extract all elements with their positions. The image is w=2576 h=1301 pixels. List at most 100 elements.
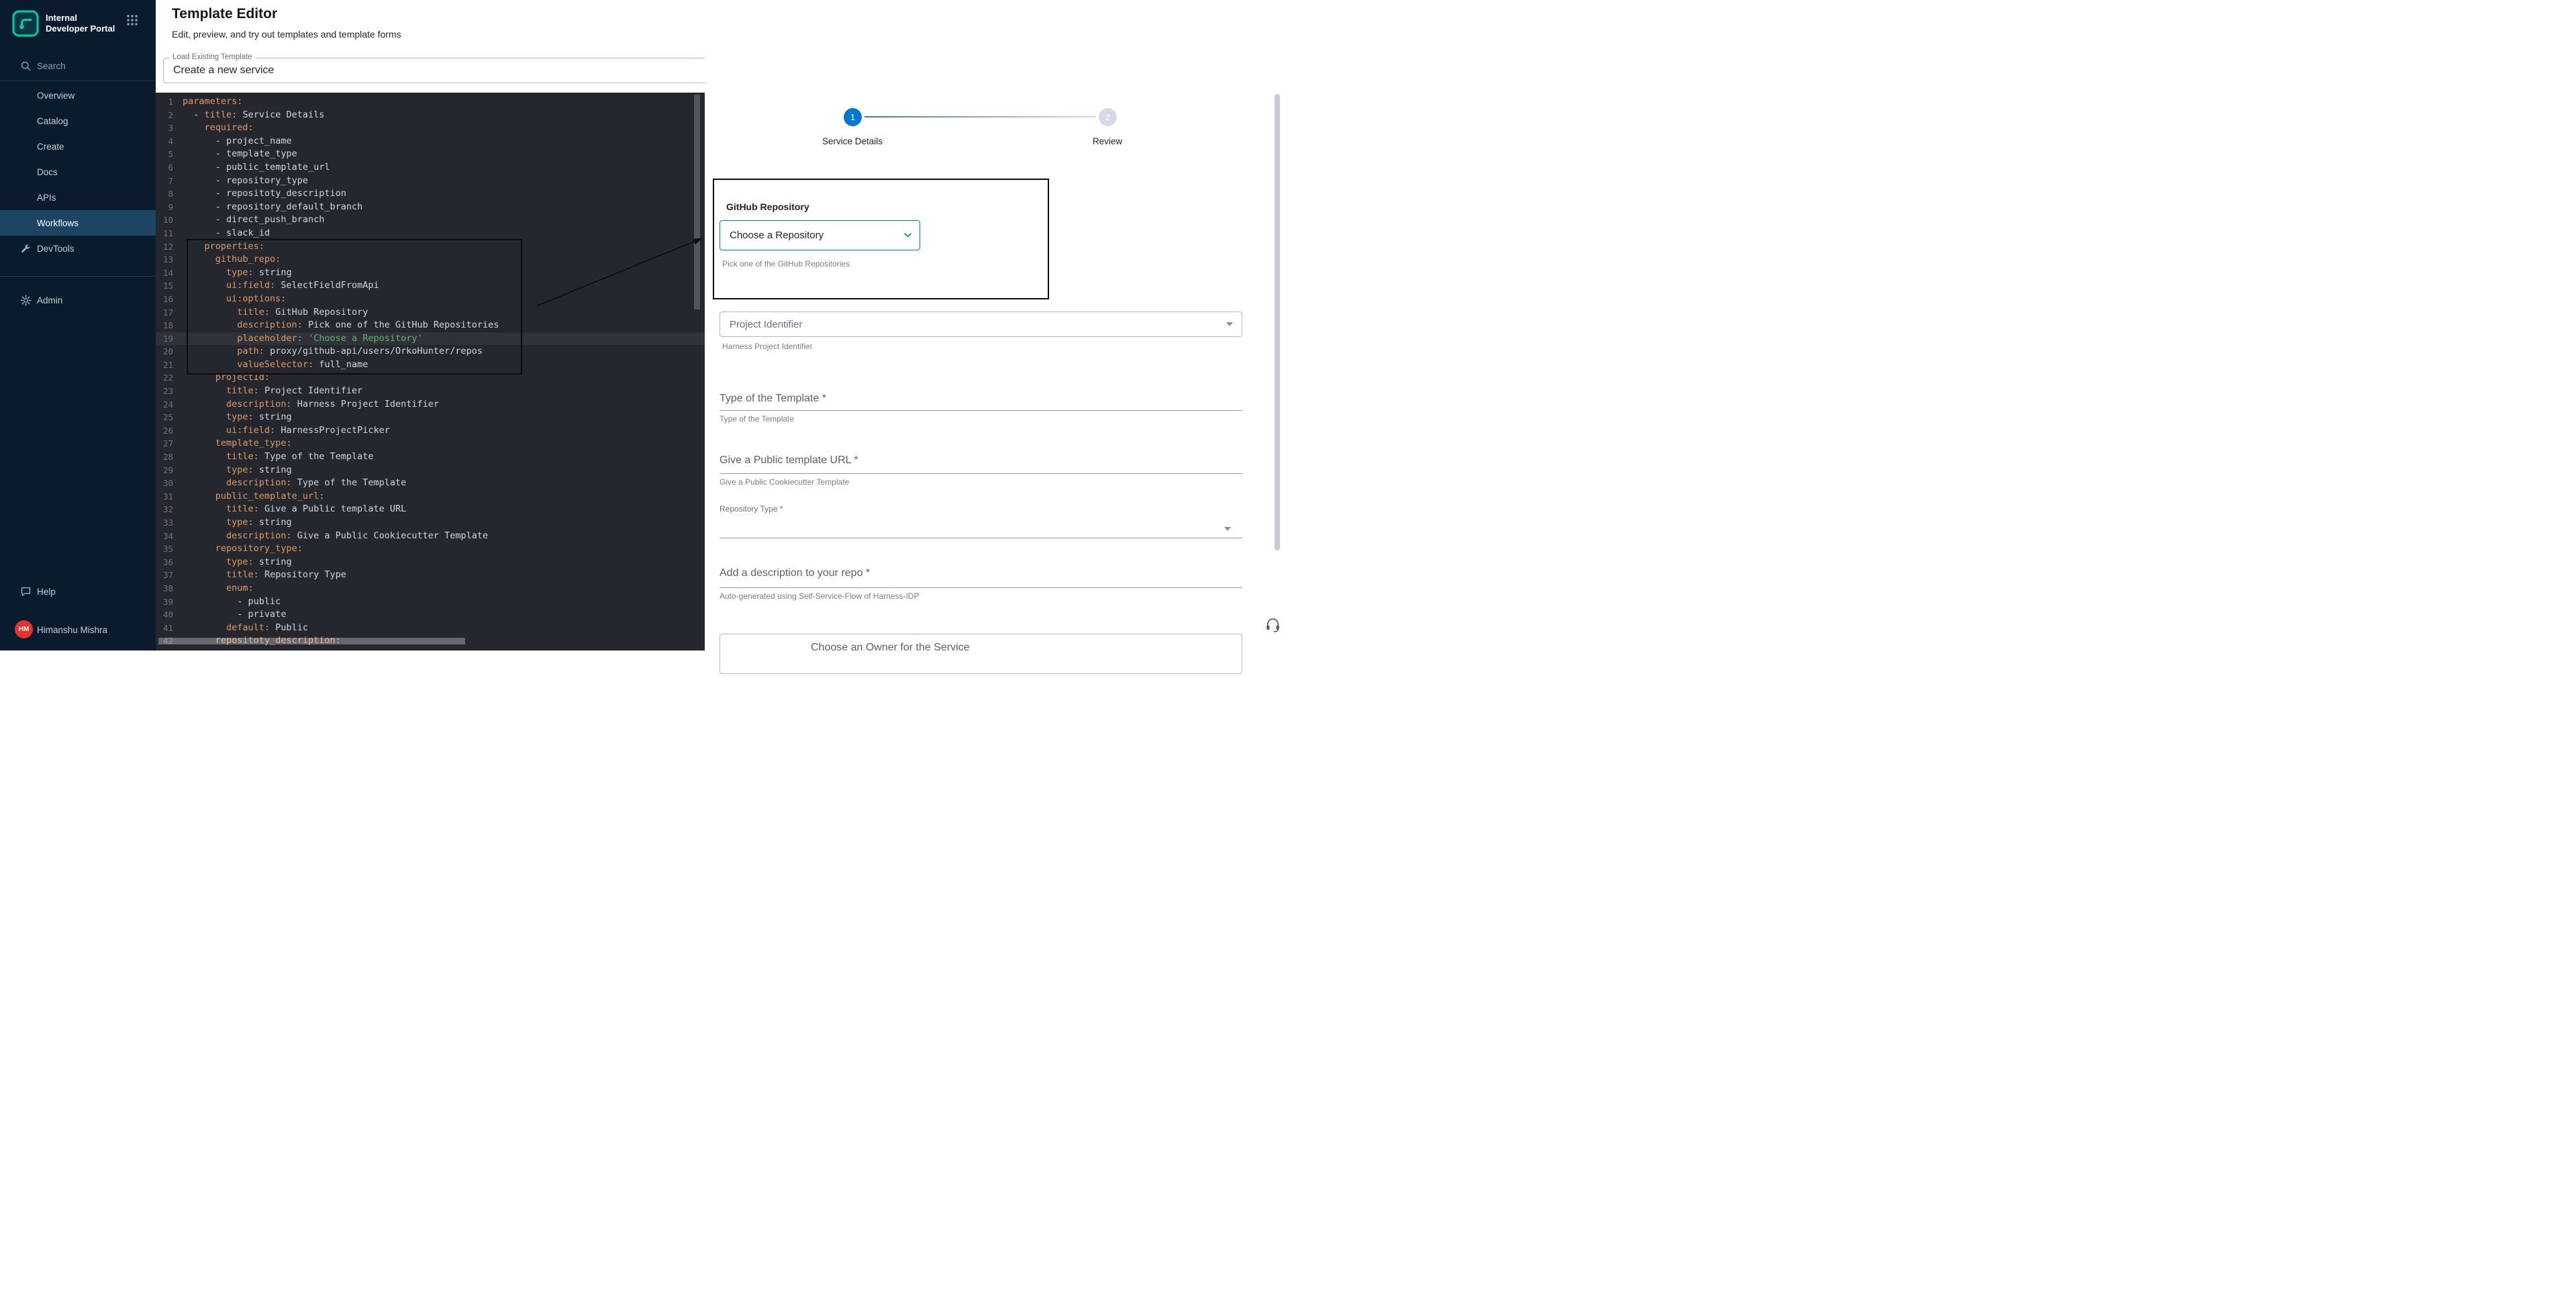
line-number: 3 [156,122,183,135]
owner-select[interactable]: Choose an Owner for the Service [720,634,1242,674]
app-logo[interactable]: Internal Developer Portal [12,10,121,37]
sidebar-divider [0,276,156,277]
editor-vertical-scrollbar[interactable] [694,95,700,309]
repo-description-helper: Auto-generated using Self-Service-Flow o… [720,591,919,601]
code-line-21[interactable]: 21 valueSelector: full_name [156,358,705,372]
code-line-41[interactable]: 41 default: Public [156,622,705,635]
sidebar-item-search[interactable]: Search [0,53,156,79]
line-number: 19 [156,332,183,346]
code-line-40[interactable]: 40 - private [156,608,705,622]
code-line-13[interactable]: 13 github_repo: [156,253,705,267]
avatar: HM [15,620,33,638]
editor-horizontal-scrollbar[interactable] [158,638,465,644]
sidebar-item-apis[interactable]: APIs [0,185,156,210]
public-template-url-helper: Give a Public Cookiecutter Template [720,477,849,487]
sidebar-item-admin[interactable]: Admin [0,287,156,313]
line-number: 24 [156,398,183,412]
repo-description-label: Add a description to your repo * [720,567,870,579]
apps-grid-icon[interactable] [126,14,138,26]
line-number: 4 [156,135,183,148]
code-line-23[interactable]: 23 title: Project Identifier [156,385,705,398]
github-repository-select[interactable]: Choose a Repository [720,220,920,250]
project-identifier-select[interactable]: Project Identifier [720,311,1242,337]
line-number: 23 [156,385,183,398]
line-number: 39 [156,595,183,609]
user-menu[interactable]: HM Himanshu Mishra [0,615,156,644]
line-number: 14 [156,267,183,280]
app-title: Internal Developer Portal [46,13,121,34]
code-editor[interactable]: 1parameters:2 - title: Service Details3 … [156,93,705,650]
code-line-1[interactable]: 1parameters: [156,95,705,109]
line-number: 5 [156,148,183,161]
line-number: 38 [156,582,183,595]
code-line-29[interactable]: 29 type: string [156,464,705,477]
code-line-15[interactable]: 15 ui:field: SelectFieldFromApi [156,279,705,293]
code-line-22[interactable]: 22 projectId: [156,371,705,385]
step-1-circle[interactable]: 1 [844,108,862,126]
user-name: Himanshu Mishra [37,625,107,635]
code-line-8[interactable]: 8 - repositoty_description [156,187,705,201]
sidebar-item-overview[interactable]: Overview [0,83,156,108]
code-line-19[interactable]: 19 placeholder: 'Choose a Repository' [156,332,705,346]
code-line-17[interactable]: 17 title: GitHub Repository [156,306,705,320]
line-number: 22 [156,371,183,385]
line-number: 40 [156,608,183,622]
code-lines: 1parameters:2 - title: Service Details3 … [156,93,705,648]
code-line-9[interactable]: 9 - repository_default_branch [156,201,705,214]
code-line-18[interactable]: 18 description: Pick one of the GitHub R… [156,319,705,332]
code-line-33[interactable]: 33 type: string [156,516,705,530]
code-line-37[interactable]: 37 title: Repository Type [156,569,705,582]
code-line-20[interactable]: 20 path: proxy/github-api/users/OrkoHunt… [156,345,705,358]
code-line-39[interactable]: 39 - public [156,595,705,609]
sidebar-item-help[interactable]: Help [0,579,156,604]
code-line-16[interactable]: 16 ui:options: [156,293,705,306]
code-line-5[interactable]: 5 - template_type [156,148,705,161]
code-line-12[interactable]: 12 properties: [156,240,705,254]
sidebar-item-devtools[interactable]: DevTools [0,236,156,261]
line-number: 31 [156,490,183,503]
code-line-24[interactable]: 24 description: Harness Project Identifi… [156,398,705,412]
template-type-helper: Type of the Template [720,414,794,424]
code-line-35[interactable]: 35 repository_type: [156,542,705,556]
code-line-14[interactable]: 14 type: string [156,267,705,280]
owner-select-label: Choose an Owner for the Service [811,642,970,654]
code-line-6[interactable]: 6 - public_template_url [156,161,705,175]
page-vertical-scrollbar[interactable] [1275,94,1280,550]
code-line-3[interactable]: 3 required: [156,122,705,135]
step-1-label: Service Details [785,136,920,146]
code-line-25[interactable]: 25 type: string [156,411,705,424]
code-line-36[interactable]: 36 type: string [156,556,705,569]
template-type-label: Type of the Template * [720,393,826,405]
sidebar-item-create[interactable]: Create [0,134,156,159]
line-number: 13 [156,253,183,267]
line-number: 37 [156,569,183,582]
chevron-down-icon [1226,322,1233,326]
step-2-label: Review [1040,136,1175,146]
sidebar-item-docs[interactable]: Docs [0,159,156,185]
code-line-7[interactable]: 7 - repository_type [156,175,705,188]
code-line-38[interactable]: 38 enum: [156,582,705,595]
code-line-34[interactable]: 34 description: Give a Public Cookiecutt… [156,530,705,543]
code-line-4[interactable]: 4 - project_name [156,135,705,148]
search-label: Search [37,61,66,71]
code-line-32[interactable]: 32 title: Give a Public template URL [156,503,705,516]
support-button[interactable] [1265,616,1282,634]
code-line-31[interactable]: 31 public_template_url: [156,490,705,503]
line-number: 21 [156,358,183,372]
code-line-2[interactable]: 2 - title: Service Details [156,109,705,122]
sidebar-item-workflows[interactable]: Workflows [0,210,156,236]
line-number: 17 [156,306,183,320]
line-number: 29 [156,464,183,477]
code-line-26[interactable]: 26 ui:field: HarnessProjectPicker [156,424,705,438]
step-2-circle[interactable]: 2 [1099,108,1117,126]
line-number: 7 [156,175,183,188]
code-line-27[interactable]: 27 template_type: [156,437,705,450]
code-line-30[interactable]: 30 description: Type of the Template [156,477,705,490]
code-line-28[interactable]: 28 title: Type of the Template [156,450,705,464]
line-number: 35 [156,542,183,556]
code-line-11[interactable]: 11 - slack_id [156,227,705,240]
repository-type-label: Repository Type * [720,504,783,514]
help-label: Help [37,587,56,597]
code-line-10[interactable]: 10 - direct_push_branch [156,213,705,227]
sidebar-item-catalog[interactable]: Catalog [0,108,156,134]
